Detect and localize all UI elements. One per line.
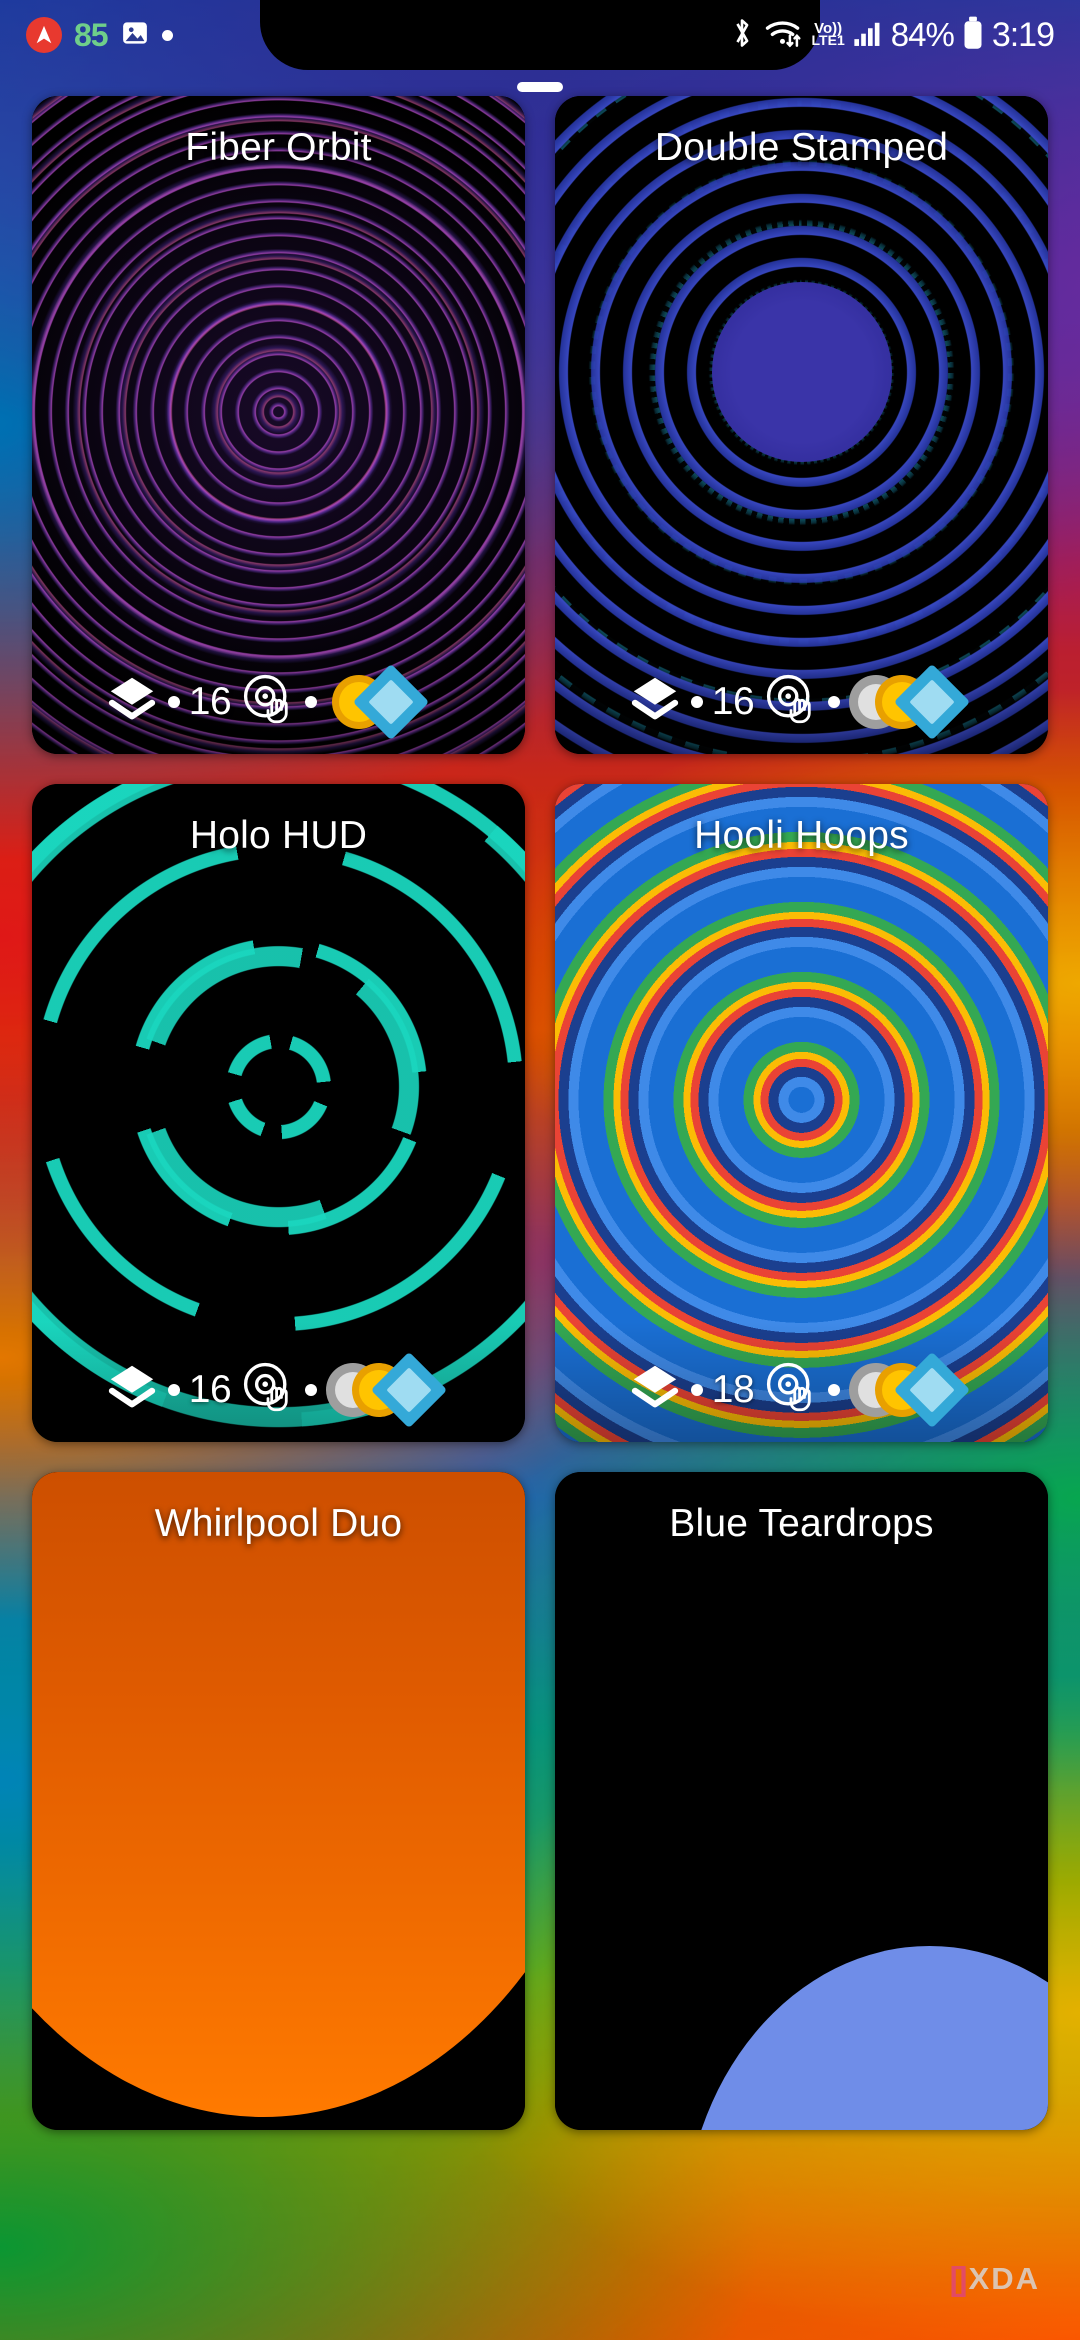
meta-separator-dot-2	[305, 1383, 318, 1396]
bluetooth-icon	[728, 16, 756, 55]
status-bar-right: Vo)) LTE1 84% 3:19	[728, 15, 1055, 55]
layer-count-label: 16	[188, 679, 232, 723]
wifi-data-transfer-icon	[764, 16, 806, 55]
meta-separator-dot	[167, 1383, 180, 1396]
wallpaper-card-double-stamped[interactable]: Double Stamped 16	[555, 96, 1048, 754]
wallpaper-preview-art	[555, 96, 1048, 754]
cellular-signal-icon	[853, 18, 883, 53]
card-meta-row: 18	[555, 1351, 1048, 1428]
color-shape-badge[interactable]	[849, 663, 975, 740]
layer-count-label: 16	[188, 1367, 232, 1411]
wallpaper-card-holo-hud[interactable]: Holo HUD 16	[32, 784, 525, 1442]
step-count-label: 85	[74, 16, 109, 53]
watermark-text: XDA	[968, 2261, 1040, 2296]
meta-separator-dot	[690, 695, 703, 708]
watermark-bracket: []	[949, 2260, 968, 2297]
status-bar: 85 Vo)) LTE1 84% 3:19	[0, 0, 1080, 70]
color-shape-badge[interactable]	[849, 1351, 975, 1428]
wallpaper-card-fiber-orbit[interactable]: Fiber Orbit 16	[32, 96, 525, 754]
clock-label: 3:19	[991, 15, 1055, 54]
card-title: Holo HUD	[189, 814, 368, 857]
disc-tap-icon[interactable]	[240, 671, 296, 732]
dot-indicator-icon	[161, 29, 173, 41]
meta-separator-dot	[690, 1383, 703, 1396]
meta-separator-dot	[167, 695, 180, 708]
card-meta-row: 16	[32, 663, 525, 740]
meta-separator-dot-2	[305, 695, 318, 708]
color-shape-badge[interactable]	[326, 1351, 452, 1428]
disc-tap-icon[interactable]	[763, 1359, 819, 1420]
battery-percent-label: 84%	[890, 16, 955, 53]
card-title: Blue Teardrops	[669, 1502, 934, 1545]
wallpaper-preview-art	[32, 1472, 525, 2130]
volte-indicator: Vo)) LTE1	[811, 21, 845, 49]
wallpaper-card-blue-teardrops[interactable]: Blue Teardrops	[555, 1472, 1048, 2130]
color-shape-badge[interactable]	[326, 663, 452, 740]
card-meta-row: 16	[555, 663, 1048, 740]
card-title: Whirlpool Duo	[154, 1502, 403, 1545]
navigation-arrow-icon	[26, 17, 62, 53]
layer-count-label: 16	[711, 679, 755, 723]
wallpaper-preview-art	[555, 1472, 1048, 2130]
card-meta-row: 16	[32, 1351, 525, 1428]
wallpaper-card-whirlpool-duo[interactable]: Whirlpool Duo	[32, 1472, 525, 2130]
layer-count-label: 18	[711, 1367, 755, 1411]
status-bar-left: 85	[26, 17, 173, 54]
xda-watermark: [] XDA	[950, 2260, 1040, 2298]
volte-bottom-label: LTE1	[811, 32, 845, 49]
wallpaper-grid: Fiber Orbit 16 Double Stamped 16 Holo HU…	[32, 96, 1048, 2340]
meta-separator-dot-2	[828, 1383, 841, 1396]
wallpaper-preview-art	[32, 784, 525, 1442]
home-gesture-pill[interactable]	[517, 82, 563, 92]
meta-separator-dot-2	[828, 695, 841, 708]
wallpaper-preview-art	[555, 784, 1048, 1442]
card-title: Fiber Orbit	[185, 126, 372, 169]
wallpaper-preview-art	[32, 96, 525, 754]
disc-tap-icon[interactable]	[240, 1359, 296, 1420]
card-title: Hooli Hoops	[694, 814, 909, 857]
layers-icon[interactable]	[105, 672, 159, 731]
disc-tap-icon[interactable]	[763, 671, 819, 732]
art-center-disc	[711, 282, 892, 463]
layers-icon[interactable]	[628, 1360, 682, 1419]
image-icon	[120, 18, 150, 53]
wallpaper-card-hooli-hoops[interactable]: Hooli Hoops 18	[555, 784, 1048, 1442]
layers-icon[interactable]	[628, 672, 682, 731]
battery-icon	[962, 16, 984, 55]
layers-icon[interactable]	[105, 1360, 159, 1419]
card-title: Double Stamped	[654, 126, 949, 169]
